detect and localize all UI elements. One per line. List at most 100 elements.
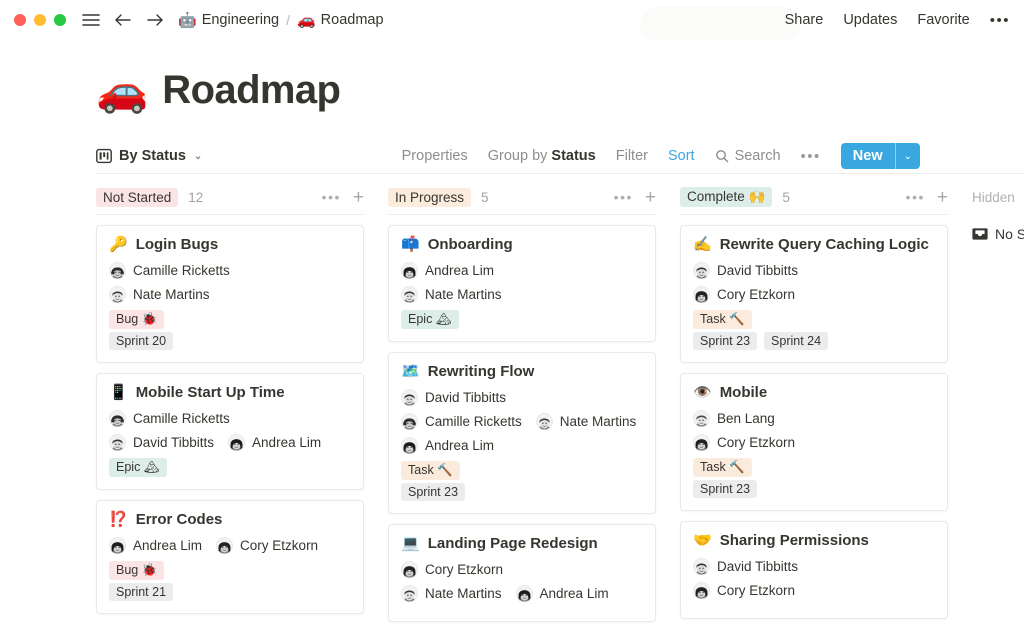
favorite-button[interactable]: Favorite [917,12,969,28]
view-tab-by-status[interactable]: By Status ⌄ [96,148,202,164]
page-car-icon[interactable]: 🚗 [96,69,148,112]
back-arrow-icon[interactable] [112,9,134,31]
card-tag[interactable]: Task 🔨 [693,458,752,477]
avatar [401,262,418,279]
column-status-chip[interactable]: Complete 🙌 [680,187,773,207]
share-button[interactable]: Share [785,12,824,28]
card-emoji-icon: 📱 [109,384,128,401]
minimize-window-button[interactable] [34,14,46,26]
assignee[interactable]: Andrea Lim [515,585,609,602]
board-card[interactable]: ✍️ Rewrite Query Caching Logic David Tibbi… [680,225,948,363]
column-actions: ••• + [614,188,656,207]
assignee[interactable]: Nate Martins [535,413,636,430]
sort-button[interactable]: Sort [668,148,695,164]
assignee[interactable]: Andrea Lim [401,437,494,454]
breadcrumb-item-engineering[interactable]: 🤖 Engineering [178,12,279,28]
assignee[interactable]: Nate Martins [401,286,502,303]
column-more-icon[interactable]: ••• [322,189,341,205]
card-tag[interactable]: Epic 🏔 [109,458,167,477]
filter-button[interactable]: Filter [616,148,648,164]
card-tag-row: Bug 🐞 [109,310,351,329]
card-title-text: Rewrite Query Caching Logic [719,236,929,253]
card-title: 👁️ Mobile [693,384,935,401]
board-card[interactable]: 👁️ Mobile Ben Lang Cory Etzkorn Task 🔨 Sprint… [680,373,948,511]
board-card[interactable]: ⁉️ Error Codes Andrea Lim Cory Etzkorn Bug 🐞… [96,500,364,614]
avatar [693,558,710,575]
board-card[interactable]: 🗺️ Rewriting Flow David Tibbitts Camille Ri… [388,352,656,514]
card-tag[interactable]: Sprint 23 [693,332,758,350]
group-by-button[interactable]: Group by Status [488,148,596,164]
forward-arrow-icon[interactable] [144,9,166,31]
card-tag[interactable]: Sprint 24 [764,332,829,350]
breadcrumb: 🤖 Engineering / 🚗 Roadmap [178,12,384,28]
card-tag[interactable]: Sprint 23 [693,480,758,498]
column-status-chip[interactable]: Not Started [96,187,179,207]
breadcrumb-item-roadmap[interactable]: 🚗 Roadmap [297,12,384,28]
avatar [109,537,126,554]
avatar [401,389,418,406]
assignee[interactable]: Cory Etzkorn [216,537,318,554]
card-tag[interactable]: Task 🔨 [401,461,460,480]
card-tag[interactable]: Sprint 20 [109,332,174,350]
hidden-column-item[interactable]: No Status [972,214,1024,242]
card-tag[interactable]: Epic 🏔 [401,310,459,329]
view-more-icon[interactable]: ••• [801,148,821,165]
zoom-window-button[interactable] [54,14,66,26]
card-title: 💻 Landing Page Redesign [401,535,643,552]
window-controls[interactable] [14,14,66,26]
board-card[interactable]: 🤝 Sharing Permissions David Tibbitts Cory E… [680,521,948,619]
assignee-name: Andrea Lim [539,586,609,601]
assignee[interactable]: Cory Etzkorn [401,561,503,578]
assignee[interactable]: Andrea Lim [228,434,321,451]
assignee[interactable]: Andrea Lim [401,262,494,279]
properties-button[interactable]: Properties [402,148,468,164]
card-tag[interactable]: Sprint 23 [401,483,466,501]
column-status-chip[interactable]: In Progress [388,187,472,207]
card-tag-row: Sprint 23 [401,483,643,501]
assignee[interactable]: Cory Etzkorn [693,286,795,303]
column-actions: ••• + [906,188,948,207]
card-title-text: Onboarding [427,236,513,253]
avatar [693,582,710,599]
new-button-chevron-icon[interactable]: ⌄ [896,143,920,169]
card-tag[interactable]: Task 🔨 [693,310,752,329]
close-window-button[interactable] [14,14,26,26]
assignee[interactable]: David Tibbitts [693,558,798,575]
page-title[interactable]: Roadmap [162,68,341,113]
card-tag[interactable]: Bug 🐞 [109,310,165,329]
column-more-icon[interactable]: ••• [614,189,633,205]
column-cards: 🔑 Login Bugs Camille Ricketts Nate Martins B… [96,225,364,614]
board-card[interactable]: 📫 Onboarding Andrea Lim Nate Martins Epic 🏔 [388,225,656,342]
column-add-icon[interactable]: + [937,188,948,207]
assignee[interactable]: David Tibbitts [109,434,214,451]
column-more-icon[interactable]: ••• [906,189,925,205]
assignee[interactable]: Nate Martins [109,286,210,303]
column-add-icon[interactable]: + [645,188,656,207]
assignee[interactable]: Camille Ricketts [109,410,230,427]
new-button[interactable]: New ⌄ [840,143,920,169]
avatar [693,434,710,451]
card-tag[interactable]: Sprint 21 [109,583,174,601]
assignee[interactable]: Cory Etzkorn [693,582,795,599]
assignee[interactable]: Ben Lang [693,410,775,427]
updates-button[interactable]: Updates [843,12,897,28]
assignee-name: Camille Ricketts [425,414,522,429]
column-header: In Progress 5 ••• + [388,174,656,214]
board-card[interactable]: 🔑 Login Bugs Camille Ricketts Nate Martins B… [96,225,364,363]
assignee[interactable]: Nate Martins [401,585,502,602]
menu-icon[interactable] [80,9,102,31]
board-card[interactable]: 💻 Landing Page Redesign Cory Etzkorn Nate M… [388,524,656,622]
more-options-icon[interactable]: ••• [990,12,1010,29]
assignee[interactable]: Camille Ricketts [401,413,522,430]
assignee[interactable]: David Tibbitts [693,262,798,279]
column-add-icon[interactable]: + [353,188,364,207]
card-tag[interactable]: Bug 🐞 [109,561,165,580]
assignee[interactable]: Andrea Lim [109,537,202,554]
board-card[interactable]: 📱 Mobile Start Up Time Camille Ricketts Dav… [96,373,364,490]
card-title: 🔑 Login Bugs [109,236,351,253]
assignee[interactable]: David Tibbitts [401,389,506,406]
search-button[interactable]: Search [715,148,781,164]
assignee[interactable]: Camille Ricketts [109,262,230,279]
card-assignee-row: David Tibbitts Andrea Lim [109,434,351,451]
assignee[interactable]: Cory Etzkorn [693,434,795,451]
